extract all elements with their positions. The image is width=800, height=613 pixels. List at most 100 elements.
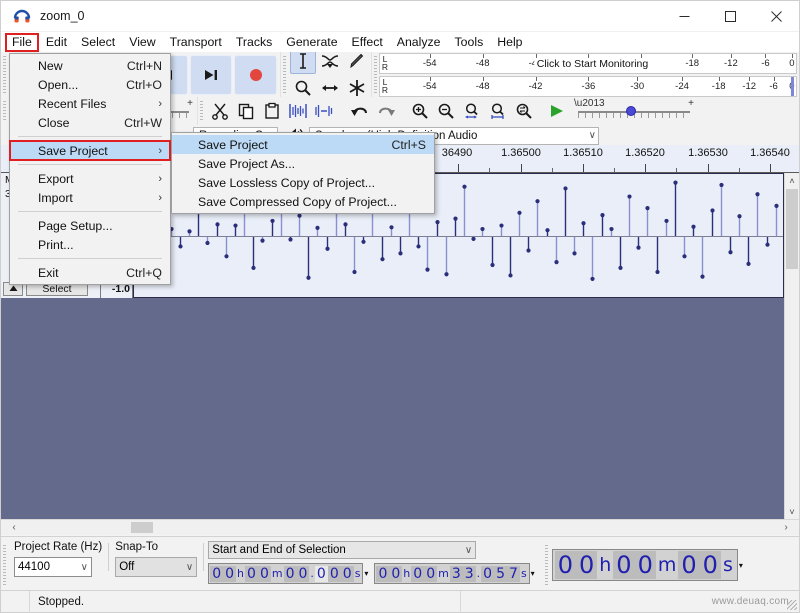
silence-button[interactable]: [311, 98, 337, 124]
paste-button[interactable]: [259, 98, 285, 124]
horizontal-scrollbar[interactable]: ‹ ›: [1, 519, 799, 535]
scroll-right-button[interactable]: ›: [773, 522, 799, 533]
menu-item-label: Save Lossless Copy of Project...: [198, 175, 376, 190]
scroll-up-button[interactable]: ˄: [785, 173, 799, 188]
time-toolbar-grip[interactable]: [542, 541, 550, 589]
trim-button[interactable]: [285, 98, 311, 124]
menu-item-save-project[interactable]: Save Project ›: [9, 140, 171, 161]
menu-item-print[interactable]: Print...: [10, 235, 170, 254]
submenu-item-save-project[interactable]: Save Project Ctrl+S: [172, 135, 434, 154]
undo-button[interactable]: [347, 98, 373, 124]
audio-position-spinner[interactable]: ▾: [738, 561, 743, 570]
menu-effect[interactable]: Effect: [345, 33, 390, 52]
menu-analyze[interactable]: Analyze: [390, 33, 448, 52]
status-message: Stopped.: [38, 595, 85, 608]
transport-toolbar-grip[interactable]: [1, 52, 8, 97]
menu-item-label: Exit: [38, 265, 59, 280]
fit-project-button[interactable]: [485, 98, 511, 124]
snap-to-select[interactable]: Off ∨: [115, 557, 198, 577]
title-bar: zoom_0: [1, 1, 799, 32]
chevron-right-icon: ›: [158, 172, 162, 185]
mixer-toolbar-grip[interactable]: [1, 97, 8, 125]
menu-item-label: Page Setup...: [38, 218, 113, 233]
ruler-label: 1.36500: [501, 147, 541, 159]
tools-toolbar: [288, 48, 372, 101]
menu-item-import[interactable]: Import ›: [10, 188, 170, 207]
vertical-scroll-thumb[interactable]: [786, 189, 798, 269]
menu-item-label: Save Project As...: [198, 156, 296, 171]
scroll-left-button[interactable]: ‹: [1, 522, 27, 533]
menu-item-new[interactable]: New Ctrl+N: [10, 56, 170, 75]
selection-start-spinner[interactable]: ▾: [363, 569, 368, 578]
project-rate-select[interactable]: 44100 ∨: [14, 557, 92, 577]
maximize-button[interactable]: [707, 1, 753, 32]
zoom-out-button[interactable]: [433, 98, 459, 124]
submenu-item-save-project-as[interactable]: Save Project As...: [172, 154, 434, 173]
resize-grip[interactable]: [787, 600, 797, 610]
record-button[interactable]: [234, 54, 278, 95]
minimize-button[interactable]: [661, 1, 707, 32]
vertical-scrollbar[interactable]: ˄ ˅: [784, 173, 799, 519]
ruler-label: 36490: [441, 147, 473, 159]
recording-meter[interactable]: LR -54 -48 -42 -18 -12 -6 0 Click to Sta…: [379, 52, 797, 74]
menu-select[interactable]: Select: [74, 33, 122, 52]
selection-end-spinner[interactable]: ▾: [530, 569, 535, 578]
chevron-down-icon: ∨: [464, 544, 473, 556]
menu-item-open[interactable]: Open... Ctrl+O: [10, 75, 170, 94]
menu-item-close[interactable]: Close Ctrl+W: [10, 113, 170, 132]
digit: 0: [340, 565, 354, 582]
edit-toolbar-grip[interactable]: [198, 97, 205, 125]
menu-tracks[interactable]: Tracks: [229, 33, 279, 52]
copy-button[interactable]: [233, 98, 259, 124]
skip-to-end-button[interactable]: [189, 54, 233, 95]
menu-generate[interactable]: Generate: [279, 33, 344, 52]
menu-item-accelerator: Ctrl+W: [124, 115, 162, 130]
menu-edit[interactable]: Edit: [39, 33, 74, 52]
redo-button[interactable]: [373, 98, 399, 124]
selection-start-time[interactable]: 00h00m00.000s: [208, 563, 364, 584]
horizontal-scroll-thumb[interactable]: [131, 522, 153, 533]
click-to-start-monitoring-label[interactable]: Click to Start Monitoring: [533, 57, 652, 70]
menu-file[interactable]: File: [5, 32, 39, 52]
zoom-toggle-button[interactable]: [511, 98, 537, 124]
ruler-label: 1.36520: [625, 147, 665, 159]
menu-help[interactable]: Help: [490, 33, 529, 52]
scroll-down-button[interactable]: ˅: [785, 504, 799, 519]
menu-tools[interactable]: Tools: [448, 33, 491, 52]
selection-end-time[interactable]: 00h00m33.057s: [374, 563, 530, 584]
digit: 0: [245, 565, 258, 582]
digit: 0: [424, 565, 438, 582]
unit: m: [438, 567, 449, 580]
submenu-item-save-compressed-copy[interactable]: Save Compressed Copy of Project...: [172, 192, 434, 211]
submenu-item-save-lossless-copy[interactable]: Save Lossless Copy of Project...: [172, 173, 434, 192]
tools-toolbar-grip[interactable]: [281, 52, 288, 97]
fit-selection-button[interactable]: [459, 98, 485, 124]
menu-item-page-setup[interactable]: Page Setup...: [10, 216, 170, 235]
menu-item-export[interactable]: Export ›: [10, 169, 170, 188]
chevron-right-icon: ›: [158, 144, 162, 157]
zoom-in-button[interactable]: [407, 98, 433, 124]
menu-item-label: Save Compressed Copy of Project...: [198, 194, 397, 209]
audio-position-time[interactable]: 00h00m00s: [551, 549, 738, 581]
cut-button[interactable]: [207, 98, 233, 124]
recording-meter-grip[interactable]: [372, 52, 379, 97]
menu-view[interactable]: View: [122, 33, 162, 52]
ruler-label: 1.36540: [750, 147, 790, 159]
menu-item-label: New: [38, 58, 63, 73]
play-at-speed-button[interactable]: [544, 98, 570, 124]
unit: h: [237, 567, 245, 580]
menu-transport[interactable]: Transport: [163, 33, 229, 52]
selection-mode-select[interactable]: Start and End of Selection ∨: [208, 541, 477, 559]
audacity-headphones-icon: [13, 7, 31, 25]
selection-toolbar-grip[interactable]: [1, 541, 8, 589]
playback-meter[interactable]: LR -54 -48 -42 -36 -30 -24 -18 -12 -6 0: [379, 75, 797, 97]
close-button[interactable]: [753, 1, 799, 32]
window-controls: [661, 1, 799, 32]
menu-item-label: Close: [38, 115, 70, 130]
play-speed-slider[interactable]: \u2013 +: [574, 98, 694, 121]
project-rate-label: Project Rate (Hz): [14, 541, 103, 553]
menu-item-label: Export: [38, 171, 74, 186]
digit: 0: [296, 565, 310, 582]
menu-item-exit[interactable]: Exit Ctrl+Q: [10, 263, 170, 282]
menu-item-recent-files[interactable]: Recent Files ›: [10, 94, 170, 113]
